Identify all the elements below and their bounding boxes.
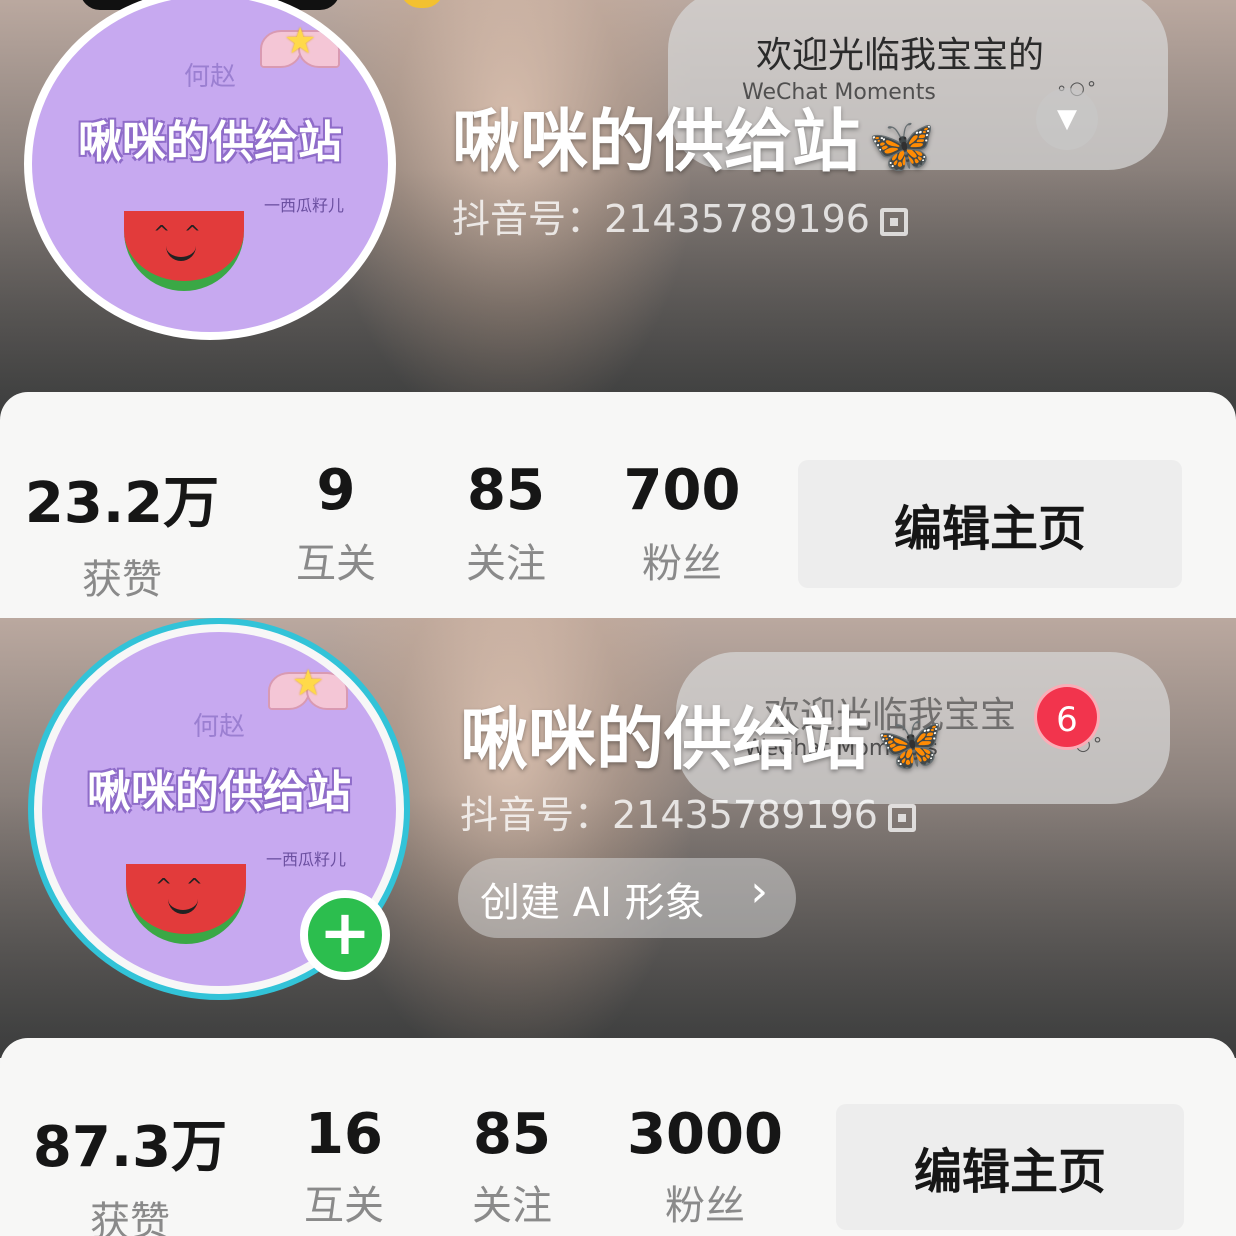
stat-label: 互关	[304, 1183, 384, 1229]
stat-mutual[interactable]: 16 互关	[274, 1102, 414, 1231]
stat-value: 23.2万	[24, 471, 220, 536]
profile-header-background: 何赵 啾咪的供给站 ★ 一西瓜籽儿 ^^ + 欢迎光临我宝宝 WeChat Mo…	[0, 618, 1236, 1058]
qr-code-icon[interactable]	[887, 803, 916, 832]
bow-star-icon: ★	[260, 24, 340, 74]
stat-mutual[interactable]: 9 互关	[266, 458, 406, 589]
bow-star-icon: ★	[268, 666, 348, 716]
douyin-id[interactable]: 抖音号：21435789196	[460, 784, 916, 839]
avatar-signature: 一西瓜籽儿	[266, 850, 347, 869]
edit-profile-button[interactable]: 编辑主页	[798, 460, 1182, 588]
stat-value: 9	[316, 458, 356, 523]
stat-likes[interactable]: 23.2万 获赞	[22, 458, 222, 605]
stats-bar: 87.3万 获赞 16 互关 85 关注 3000 粉丝 编辑主页	[0, 1038, 1236, 1236]
chevron-right-icon: ›	[750, 866, 768, 917]
qr-code-icon[interactable]	[879, 207, 908, 236]
stat-label: 获赞	[90, 1199, 170, 1236]
stat-value: 85	[473, 1102, 551, 1167]
avatar-name-text: 啾咪的供给站	[78, 117, 342, 168]
stat-label: 互关	[296, 541, 376, 587]
stat-label: 粉丝	[665, 1183, 745, 1229]
stat-followers[interactable]: 700 粉丝	[604, 458, 760, 589]
stat-value: 16	[305, 1102, 383, 1167]
avatar-name-text: 啾咪的供给站	[87, 767, 351, 818]
avatar-signature: 一西瓜籽儿	[264, 196, 345, 215]
butterfly-icon: 🦋	[868, 114, 936, 178]
watermelon-icon: ^^	[126, 864, 246, 944]
stat-label: 关注	[472, 1183, 552, 1229]
nickname: 啾咪的供给站 🦋	[452, 86, 935, 185]
edit-profile-button[interactable]: 编辑主页	[836, 1104, 1184, 1230]
stat-following[interactable]: 85 关注	[436, 458, 576, 589]
stats-bar: 23.2万 获赞 9 互关 85 关注 700 粉丝 编辑主页	[0, 392, 1236, 618]
douyin-id[interactable]: 抖音号：21435789196	[452, 188, 908, 243]
plus-icon[interactable]: +	[300, 890, 390, 980]
chevron-down-icon[interactable]: ▼	[1036, 88, 1098, 150]
nickname: 啾咪的供给站 🦋	[460, 684, 943, 783]
stat-value: 85	[467, 458, 545, 523]
stat-label: 获赞	[82, 557, 162, 603]
nickname-text: 啾咪的供给站	[460, 701, 869, 780]
stat-likes[interactable]: 87.3万 获赞	[30, 1102, 230, 1236]
avatar[interactable]: 何赵 啾咪的供给站 ★ 一西瓜籽儿 ^^	[24, 0, 396, 340]
douyin-id-text: 抖音号：21435789196	[460, 793, 878, 837]
notification-badge[interactable]: 6	[1034, 684, 1100, 750]
stat-followers[interactable]: 3000 粉丝	[622, 1102, 788, 1231]
watermelon-icon: ^^	[124, 211, 244, 291]
profile-card-2: 何赵 啾咪的供给站 ★ 一西瓜籽儿 ^^ + 欢迎光临我宝宝 WeChat Mo…	[0, 618, 1236, 1236]
stat-value: 700	[623, 458, 741, 523]
profile-card-1: 何赵 啾咪的供给站 ★ 一西瓜籽儿 ^^ 欢迎光临我宝宝的 WeChat Mom…	[0, 0, 1236, 618]
douyin-id-text: 抖音号：21435789196	[452, 197, 870, 241]
stat-following[interactable]: 85 关注	[442, 1102, 582, 1231]
stat-label: 粉丝	[642, 541, 722, 587]
nickname-text: 啾咪的供给站	[452, 103, 861, 182]
stat-value: 87.3万	[32, 1115, 228, 1180]
stat-value: 3000	[627, 1102, 783, 1167]
create-ai-avatar-label: 创建 AI 形象	[480, 880, 705, 926]
stat-label: 关注	[466, 541, 546, 587]
create-ai-avatar-button[interactable]: 创建 AI 形象 ›	[458, 858, 796, 938]
butterfly-icon: 🦋	[876, 712, 944, 776]
signature-text: 欢迎光临我宝宝的	[756, 35, 1045, 76]
profile-header-background: 何赵 啾咪的供给站 ★ 一西瓜籽儿 ^^ 欢迎光临我宝宝的 WeChat Mom…	[0, 0, 1236, 420]
